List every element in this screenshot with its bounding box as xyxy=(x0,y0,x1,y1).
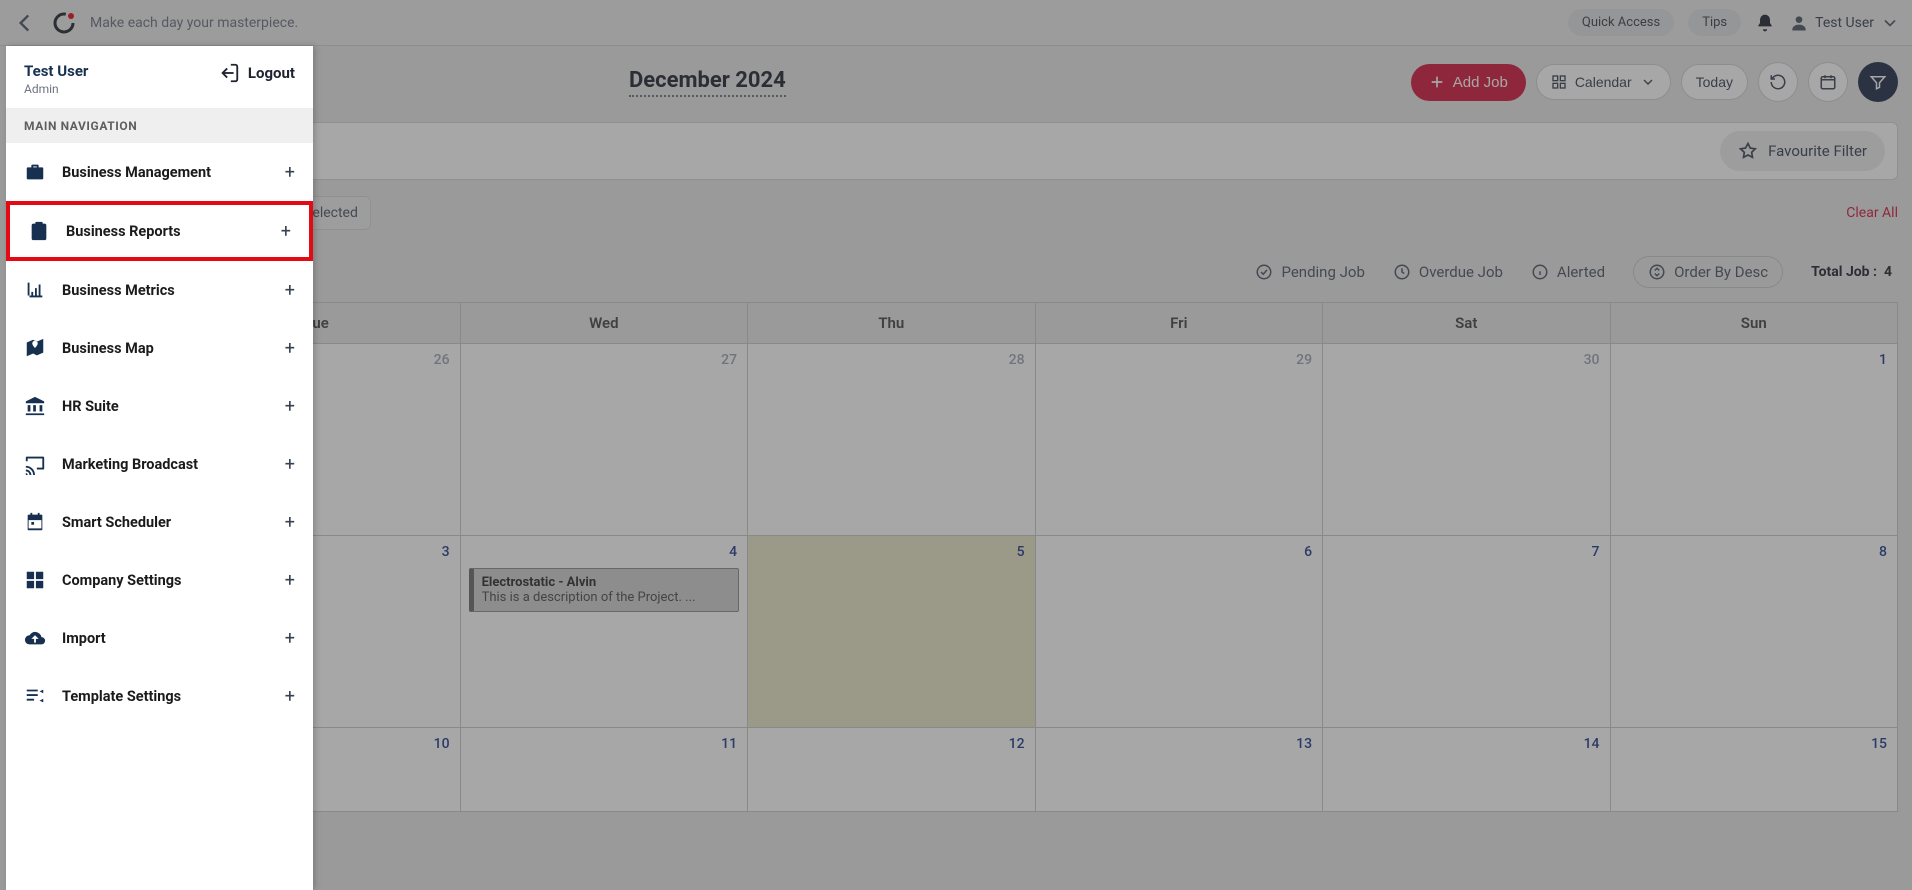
logout-label: Logout xyxy=(248,64,295,82)
drawer-user-role: Admin xyxy=(24,82,88,96)
drawer-header: Test User Admin Logout xyxy=(6,46,313,109)
nav-item-label: Company Settings xyxy=(62,572,269,589)
nav-item-import[interactable]: Import + xyxy=(6,609,313,667)
expand-icon: + xyxy=(285,338,295,359)
nav-item-label: Import xyxy=(62,630,269,647)
logout-button[interactable]: Logout xyxy=(218,62,295,84)
nav-item-label: Business Map xyxy=(62,340,269,357)
expand-icon: + xyxy=(285,454,295,475)
clipboard-icon xyxy=(28,220,50,242)
nav-item-label: Template Settings xyxy=(62,688,269,705)
logout-icon xyxy=(218,62,240,84)
nav-item-marketing-broadcast[interactable]: Marketing Broadcast + xyxy=(6,435,313,493)
chart-icon xyxy=(24,279,46,301)
nav-item-company-settings[interactable]: Company Settings + xyxy=(6,551,313,609)
nav-item-business-map[interactable]: Business Map + xyxy=(6,319,313,377)
nav-item-template-settings[interactable]: Template Settings + xyxy=(6,667,313,725)
nav-item-label: Business Metrics xyxy=(62,282,269,299)
bank-icon xyxy=(24,395,46,417)
expand-icon: + xyxy=(285,280,295,301)
briefcase-icon xyxy=(24,161,46,183)
nav-item-business-reports[interactable]: Business Reports + xyxy=(6,201,313,261)
map-pin-icon xyxy=(24,337,46,359)
nav-drawer: Test User Admin Logout MAIN NAVIGATION B… xyxy=(6,46,313,890)
list-settings-icon xyxy=(24,685,46,707)
expand-icon: + xyxy=(285,162,295,183)
cast-icon xyxy=(24,453,46,475)
expand-icon: + xyxy=(285,512,295,533)
calendar-icon xyxy=(24,511,46,533)
expand-icon: + xyxy=(285,396,295,417)
nav-item-label: HR Suite xyxy=(62,398,269,415)
nav-item-hr-suite[interactable]: HR Suite + xyxy=(6,377,313,435)
nav-item-business-management[interactable]: Business Management + xyxy=(6,143,313,201)
drawer-user: Test User Admin xyxy=(24,62,88,96)
nav-item-label: Marketing Broadcast xyxy=(62,456,269,473)
cloud-up-icon xyxy=(24,627,46,649)
expand-icon: + xyxy=(285,686,295,707)
expand-icon: + xyxy=(285,570,295,591)
nav-item-label: Business Reports xyxy=(66,223,265,240)
expand-icon: + xyxy=(285,628,295,649)
nav-item-label: Business Management xyxy=(62,164,269,181)
nav-item-business-metrics[interactable]: Business Metrics + xyxy=(6,261,313,319)
nav-list[interactable]: Business Management+Business Reports+Bus… xyxy=(6,143,313,890)
drawer-user-name: Test User xyxy=(24,62,88,80)
nav-item-smart-scheduler[interactable]: Smart Scheduler + xyxy=(6,493,313,551)
grid-icon xyxy=(24,569,46,591)
expand-icon: + xyxy=(281,221,291,242)
nav-section-label: MAIN NAVIGATION xyxy=(6,109,313,143)
nav-item-label: Smart Scheduler xyxy=(62,514,269,531)
